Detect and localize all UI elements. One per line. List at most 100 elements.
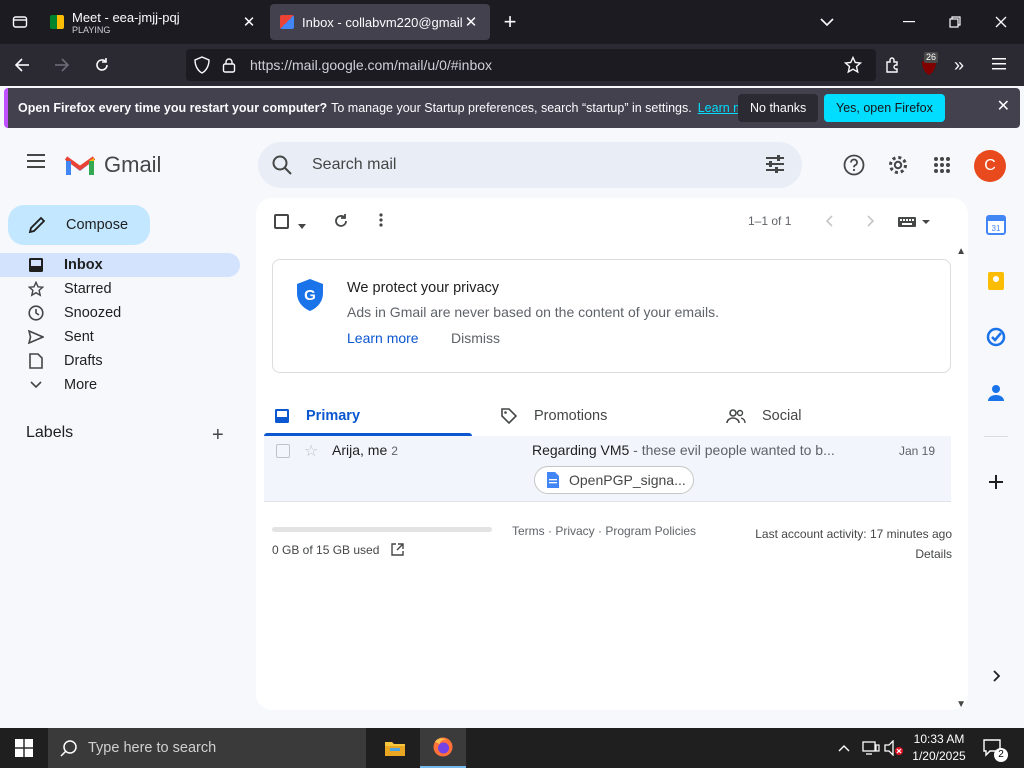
volume-muted-icon[interactable]	[884, 728, 904, 768]
select-dropdown-icon[interactable]	[298, 217, 306, 235]
network-icon[interactable]	[862, 728, 880, 768]
back-button[interactable]	[4, 49, 40, 81]
storage-usage-label: 0 GB of 15 GB used	[272, 543, 380, 557]
close-notification-icon[interactable]: ✕	[997, 96, 1010, 116]
create-label-plus-icon[interactable]: +	[212, 424, 224, 447]
account-avatar[interactable]: C	[974, 150, 1006, 182]
google-calendar-icon[interactable]: 31	[984, 213, 1008, 237]
hamburger-line	[27, 166, 45, 168]
taskbar-search-placeholder: Type here to search	[88, 740, 217, 756]
settings-gear-icon[interactable]	[885, 152, 911, 178]
keyboard-input-icon[interactable]	[898, 215, 932, 233]
sidebar-item-inbox[interactable]: Inbox	[0, 253, 240, 277]
google-contacts-icon[interactable]	[984, 381, 1008, 405]
minimize-button[interactable]	[886, 0, 932, 44]
get-add-ons-plus-icon[interactable]	[984, 470, 1008, 494]
restore-button[interactable]	[932, 0, 978, 44]
sidebar-item-label: Starred	[64, 281, 112, 297]
dismiss-button[interactable]: Dismiss	[451, 330, 500, 346]
star-icon[interactable]: ☆	[304, 441, 318, 461]
more-vert-icon[interactable]	[379, 213, 383, 232]
ublock-extension-button[interactable]: 26	[918, 52, 942, 78]
bookmark-star-icon[interactable]	[843, 55, 863, 79]
startup-notification-bar: Open Firefox every time you restart your…	[4, 88, 1020, 128]
new-tab-button[interactable]: +	[490, 4, 530, 40]
show-hidden-icons-button[interactable]	[838, 728, 850, 768]
inbox-icon	[274, 408, 290, 424]
search-icon	[60, 740, 77, 757]
hamburger-menu-icon[interactable]	[992, 57, 1008, 76]
show-side-panel-chevron-icon[interactable]	[984, 664, 1008, 688]
details-link[interactable]: Details	[755, 544, 952, 564]
document-icon	[547, 472, 559, 488]
list-all-tabs-button[interactable]	[804, 0, 850, 44]
footer-links[interactable]: Terms · Privacy · Program Policies	[512, 524, 696, 538]
chevron-up-icon	[838, 745, 850, 752]
tab-primary[interactable]: Primary	[274, 396, 360, 436]
shield-icon[interactable]	[194, 56, 210, 74]
google-meet-icon	[50, 15, 64, 29]
scroll-down-arrow-icon[interactable]: ▼	[956, 699, 966, 710]
extensions-puzzle-icon[interactable]	[884, 56, 902, 79]
sidebar-item-drafts[interactable]: Drafts	[0, 349, 240, 373]
sidebar-item-snoozed[interactable]: Snoozed	[0, 301, 240, 325]
sidebar-item-starred[interactable]: Starred	[0, 277, 240, 301]
google-keep-icon[interactable]	[984, 269, 1008, 293]
email-snippet: - these evil people wanted to b...	[629, 442, 835, 458]
reload-button[interactable]	[84, 49, 120, 81]
refresh-icon[interactable]	[333, 213, 349, 234]
close-tab-icon[interactable]: ✕	[240, 13, 258, 31]
forward-button[interactable]	[44, 49, 80, 81]
chevron-down-icon	[26, 381, 46, 389]
email-row[interactable]: ☆ Arija, me 2 Regarding VM5 - these evil …	[264, 436, 951, 502]
notification-center-button[interactable]: 2	[982, 728, 1008, 768]
search-mail-bar[interactable]: Search mail	[258, 142, 802, 188]
storage-usage-bar	[272, 527, 492, 532]
tab-list-button[interactable]	[0, 0, 40, 44]
compose-button[interactable]: Compose	[8, 205, 150, 245]
tab-meet[interactable]: Meet - eea-jmjj-pqj PLAYING ✕	[40, 4, 268, 40]
file-explorer-taskbar-button[interactable]	[372, 728, 418, 768]
pencil-icon	[28, 216, 46, 234]
tab-promotions[interactable]: Promotions	[500, 396, 607, 436]
yes-open-firefox-button[interactable]: Yes, open Firefox	[824, 94, 945, 122]
svg-text:31: 31	[992, 224, 1001, 233]
overflow-chevrons-icon[interactable]: »	[954, 56, 964, 74]
help-icon[interactable]	[841, 152, 867, 178]
sidebar-item-more[interactable]: More	[0, 373, 240, 397]
gmail-logo[interactable]: Gmail	[64, 152, 161, 178]
google-apps-icon[interactable]	[929, 152, 955, 178]
privacy-learn-more-link[interactable]: Learn more	[347, 330, 419, 346]
attachment-chip[interactable]: OpenPGP_signa...	[534, 466, 694, 494]
url-text[interactable]: https://mail.google.com/mail/u/0/#inbox	[250, 57, 492, 73]
last-activity-text: Last account activity: 17 minutes ago	[755, 527, 952, 541]
select-all-checkbox[interactable]	[274, 214, 289, 229]
main-menu-button[interactable]	[20, 150, 52, 180]
start-button[interactable]	[0, 728, 48, 768]
url-bar[interactable]: https://mail.google.com/mail/u/0/#inbox	[186, 49, 876, 81]
storage-usage-text[interactable]: 0 GB of 15 GB used	[272, 543, 404, 557]
no-thanks-button[interactable]: No thanks	[738, 94, 819, 122]
tab-inbox[interactable]: Inbox - collabvm220@gmail.co ✕	[270, 4, 490, 40]
clock-icon	[26, 305, 46, 321]
search-options-icon[interactable]	[764, 154, 786, 174]
close-window-button[interactable]	[978, 0, 1024, 44]
scroll-up-arrow-icon[interactable]: ▲	[956, 246, 966, 257]
tab-label: Primary	[306, 408, 361, 424]
google-tasks-icon[interactable]	[984, 325, 1008, 349]
search-input[interactable]: Search mail	[312, 156, 396, 174]
search-icon[interactable]	[270, 153, 294, 177]
older-chevron-icon[interactable]	[866, 214, 875, 232]
lock-icon[interactable]	[222, 57, 236, 73]
taskbar-search-box[interactable]: Type here to search	[48, 728, 366, 768]
close-tab-icon[interactable]: ✕	[462, 13, 480, 31]
sidebar-item-label: Sent	[64, 329, 94, 345]
firefox-taskbar-button[interactable]	[420, 728, 466, 768]
gmail-m-icon	[64, 156, 96, 175]
taskbar-clock[interactable]: 10:33 AM 1/20/2025	[906, 731, 972, 765]
tab-social[interactable]: Social	[726, 396, 802, 436]
row-checkbox[interactable]	[276, 444, 290, 458]
sidebar-item-sent[interactable]: Sent	[0, 325, 240, 349]
newer-chevron-icon[interactable]	[825, 214, 834, 232]
sidebar-item-label: Inbox	[64, 257, 103, 273]
